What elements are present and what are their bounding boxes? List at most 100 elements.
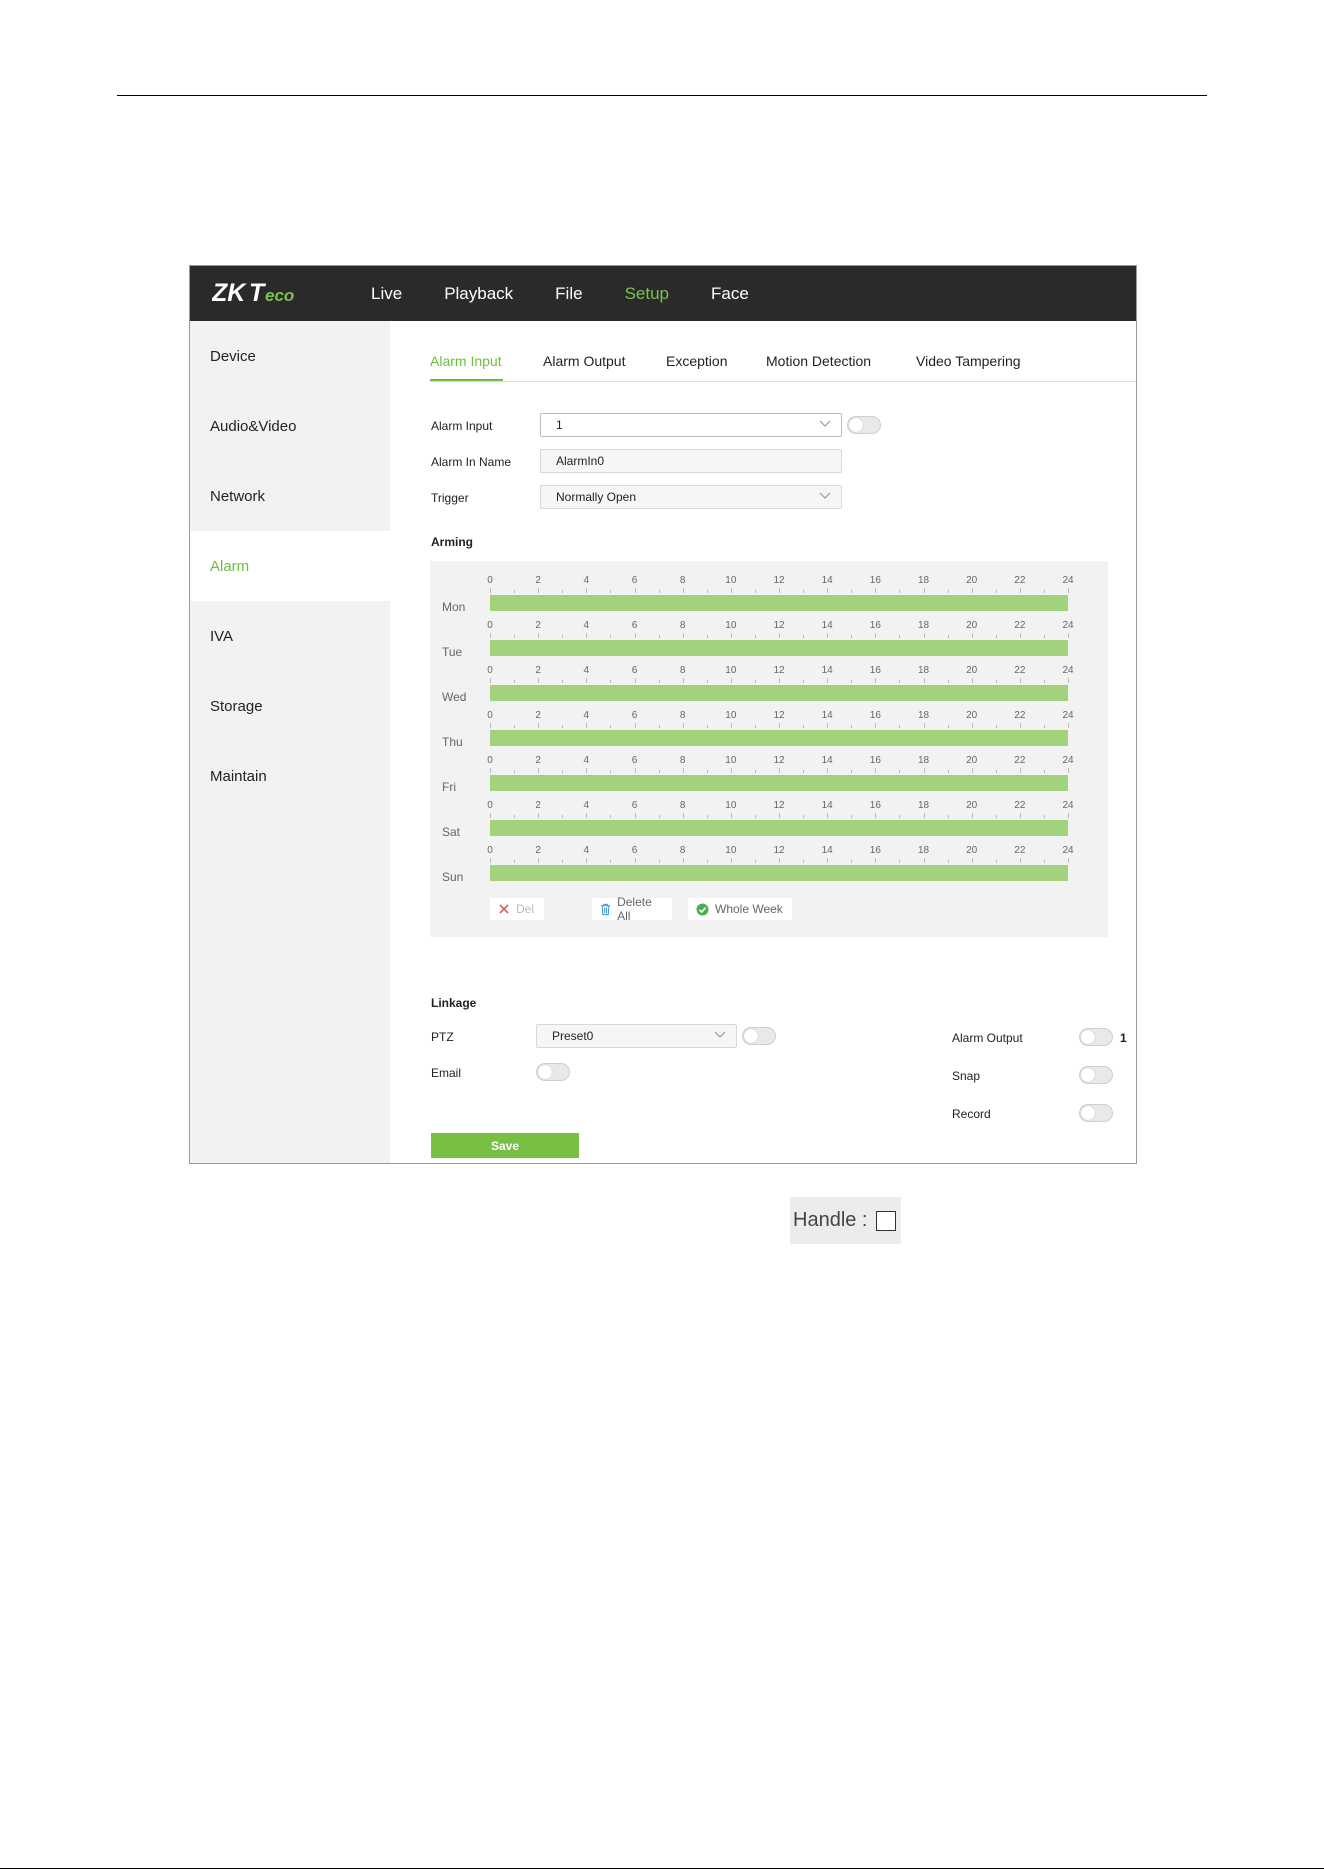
tick-label: 4 <box>583 575 590 586</box>
alarm-output-toggle[interactable] <box>1079 1028 1113 1046</box>
svg-text:eco: eco <box>265 286 294 305</box>
day-label: Mon <box>442 600 466 614</box>
alarm-input-enable-toggle[interactable] <box>847 416 881 434</box>
nav-file[interactable]: File <box>555 284 582 304</box>
ptz-preset-select[interactable]: Preset0 <box>536 1024 737 1048</box>
armed-time-bar[interactable] <box>490 820 1068 836</box>
armed-time-bar[interactable] <box>490 775 1068 791</box>
tick-mark <box>803 635 805 638</box>
armed-time-bar[interactable] <box>490 595 1068 611</box>
tick-mark <box>899 725 901 728</box>
armed-time-bar[interactable] <box>490 685 1068 701</box>
tick-mark <box>779 678 780 683</box>
schedule-ticks: 0 2 4 6 8 10 12 14 16 18 20 22 24 <box>487 800 1074 820</box>
tick-mark <box>971 678 973 683</box>
tick-label: 24 <box>1062 845 1074 856</box>
handle-option: Handle : <box>790 1197 901 1244</box>
tick-label: 4 <box>583 800 590 811</box>
tick-label: 24 <box>1062 800 1074 811</box>
armed-time-bar[interactable] <box>490 730 1068 746</box>
tick-mark <box>923 678 925 683</box>
top-nav: Live Playback File Setup Face <box>371 266 791 321</box>
tick-mark <box>682 633 684 638</box>
tick-label: 20 <box>966 710 978 721</box>
tick-mark <box>875 678 877 683</box>
record-label: Record <box>952 1107 991 1121</box>
del-button[interactable]: Del <box>490 898 544 920</box>
top-bar: ZK T eco Live Playback File Setup Face <box>190 266 1136 321</box>
tick-mark <box>682 723 684 728</box>
snap-toggle[interactable] <box>1079 1066 1113 1084</box>
tick-mark <box>803 590 805 593</box>
nav-setup[interactable]: Setup <box>625 284 669 304</box>
sidebar-item-iva[interactable]: IVA <box>190 601 390 671</box>
tick-label: 2 <box>535 620 541 631</box>
tick-label: 0 <box>487 755 493 766</box>
delete-all-button[interactable]: Delete All <box>592 895 672 923</box>
armed-time-bar[interactable] <box>490 865 1068 881</box>
tick-label: 12 <box>773 575 785 586</box>
tick-label: 22 <box>1014 575 1026 586</box>
tick-mark <box>682 813 684 818</box>
tick-label: 22 <box>1014 755 1026 766</box>
tick-mark <box>562 680 564 683</box>
record-toggle[interactable] <box>1079 1104 1113 1122</box>
handle-checkbox[interactable] <box>875 1210 896 1231</box>
nav-face[interactable]: Face <box>711 284 749 304</box>
tick-mark <box>779 723 780 728</box>
tick-label: 10 <box>725 755 737 766</box>
tick-label: 10 <box>725 800 737 811</box>
tick-label: 0 <box>487 620 493 631</box>
tick-mark <box>947 770 949 773</box>
tick-label: 12 <box>773 665 785 676</box>
tick-mark <box>803 860 805 863</box>
tick-mark <box>971 858 973 863</box>
tab-exception[interactable]: Exception <box>666 353 727 369</box>
tick-mark <box>490 588 491 593</box>
sidebar-item-storage[interactable]: Storage <box>190 671 390 741</box>
nav-live[interactable]: Live <box>371 284 402 304</box>
tick-label: 12 <box>773 800 785 811</box>
tick-label: 20 <box>966 665 978 676</box>
sidebar-item-alarm[interactable]: Alarm <box>190 531 390 601</box>
tab-video-tampering[interactable]: Video Tampering <box>916 353 1021 369</box>
save-button[interactable]: Save <box>431 1133 579 1158</box>
tick-mark <box>706 590 708 593</box>
tick-label: 14 <box>821 755 833 766</box>
tick-label: 16 <box>869 710 881 721</box>
tick-mark <box>779 588 780 593</box>
tick-mark <box>779 633 780 638</box>
tick-mark <box>779 813 780 818</box>
tick-mark <box>803 770 805 773</box>
tick-label: 4 <box>583 845 590 856</box>
tick-mark <box>610 725 612 728</box>
tab-motion-detection[interactable]: Motion Detection <box>766 353 871 369</box>
tick-mark <box>634 678 636 683</box>
ptz-preset-value: Preset0 <box>552 1029 594 1043</box>
tick-label: 14 <box>821 845 833 856</box>
ptz-toggle[interactable] <box>742 1027 776 1045</box>
tab-alarm-output[interactable]: Alarm Output <box>543 353 625 369</box>
tick-label: 4 <box>583 710 590 721</box>
sidebar-item-network[interactable]: Network <box>190 461 390 531</box>
whole-week-button[interactable]: Whole Week <box>688 898 792 920</box>
tick-mark <box>875 633 877 638</box>
zkteco-logo: ZK T eco <box>212 279 294 307</box>
armed-time-bar[interactable] <box>490 640 1068 656</box>
tick-mark <box>610 860 612 863</box>
alarm-input-select[interactable]: 1 <box>540 413 842 437</box>
trigger-select[interactable]: Normally Open <box>540 485 842 509</box>
tick-mark <box>610 590 612 593</box>
tick-label: 6 <box>631 620 638 631</box>
tick-label: 14 <box>821 665 833 676</box>
sidebar-item-maintain[interactable]: Maintain <box>190 741 390 811</box>
tick-mark <box>754 680 756 683</box>
sidebar-item-audio-video[interactable]: Audio&Video <box>190 391 390 461</box>
email-toggle[interactable] <box>536 1063 570 1081</box>
alarm-in-name-input[interactable]: AlarmIn0 <box>540 449 842 473</box>
tick-mark <box>586 633 588 638</box>
tab-alarm-input[interactable]: Alarm Input <box>430 353 502 369</box>
sidebar-item-device[interactable]: Device <box>190 321 390 391</box>
tick-label: 2 <box>535 800 541 811</box>
nav-playback[interactable]: Playback <box>444 284 513 304</box>
